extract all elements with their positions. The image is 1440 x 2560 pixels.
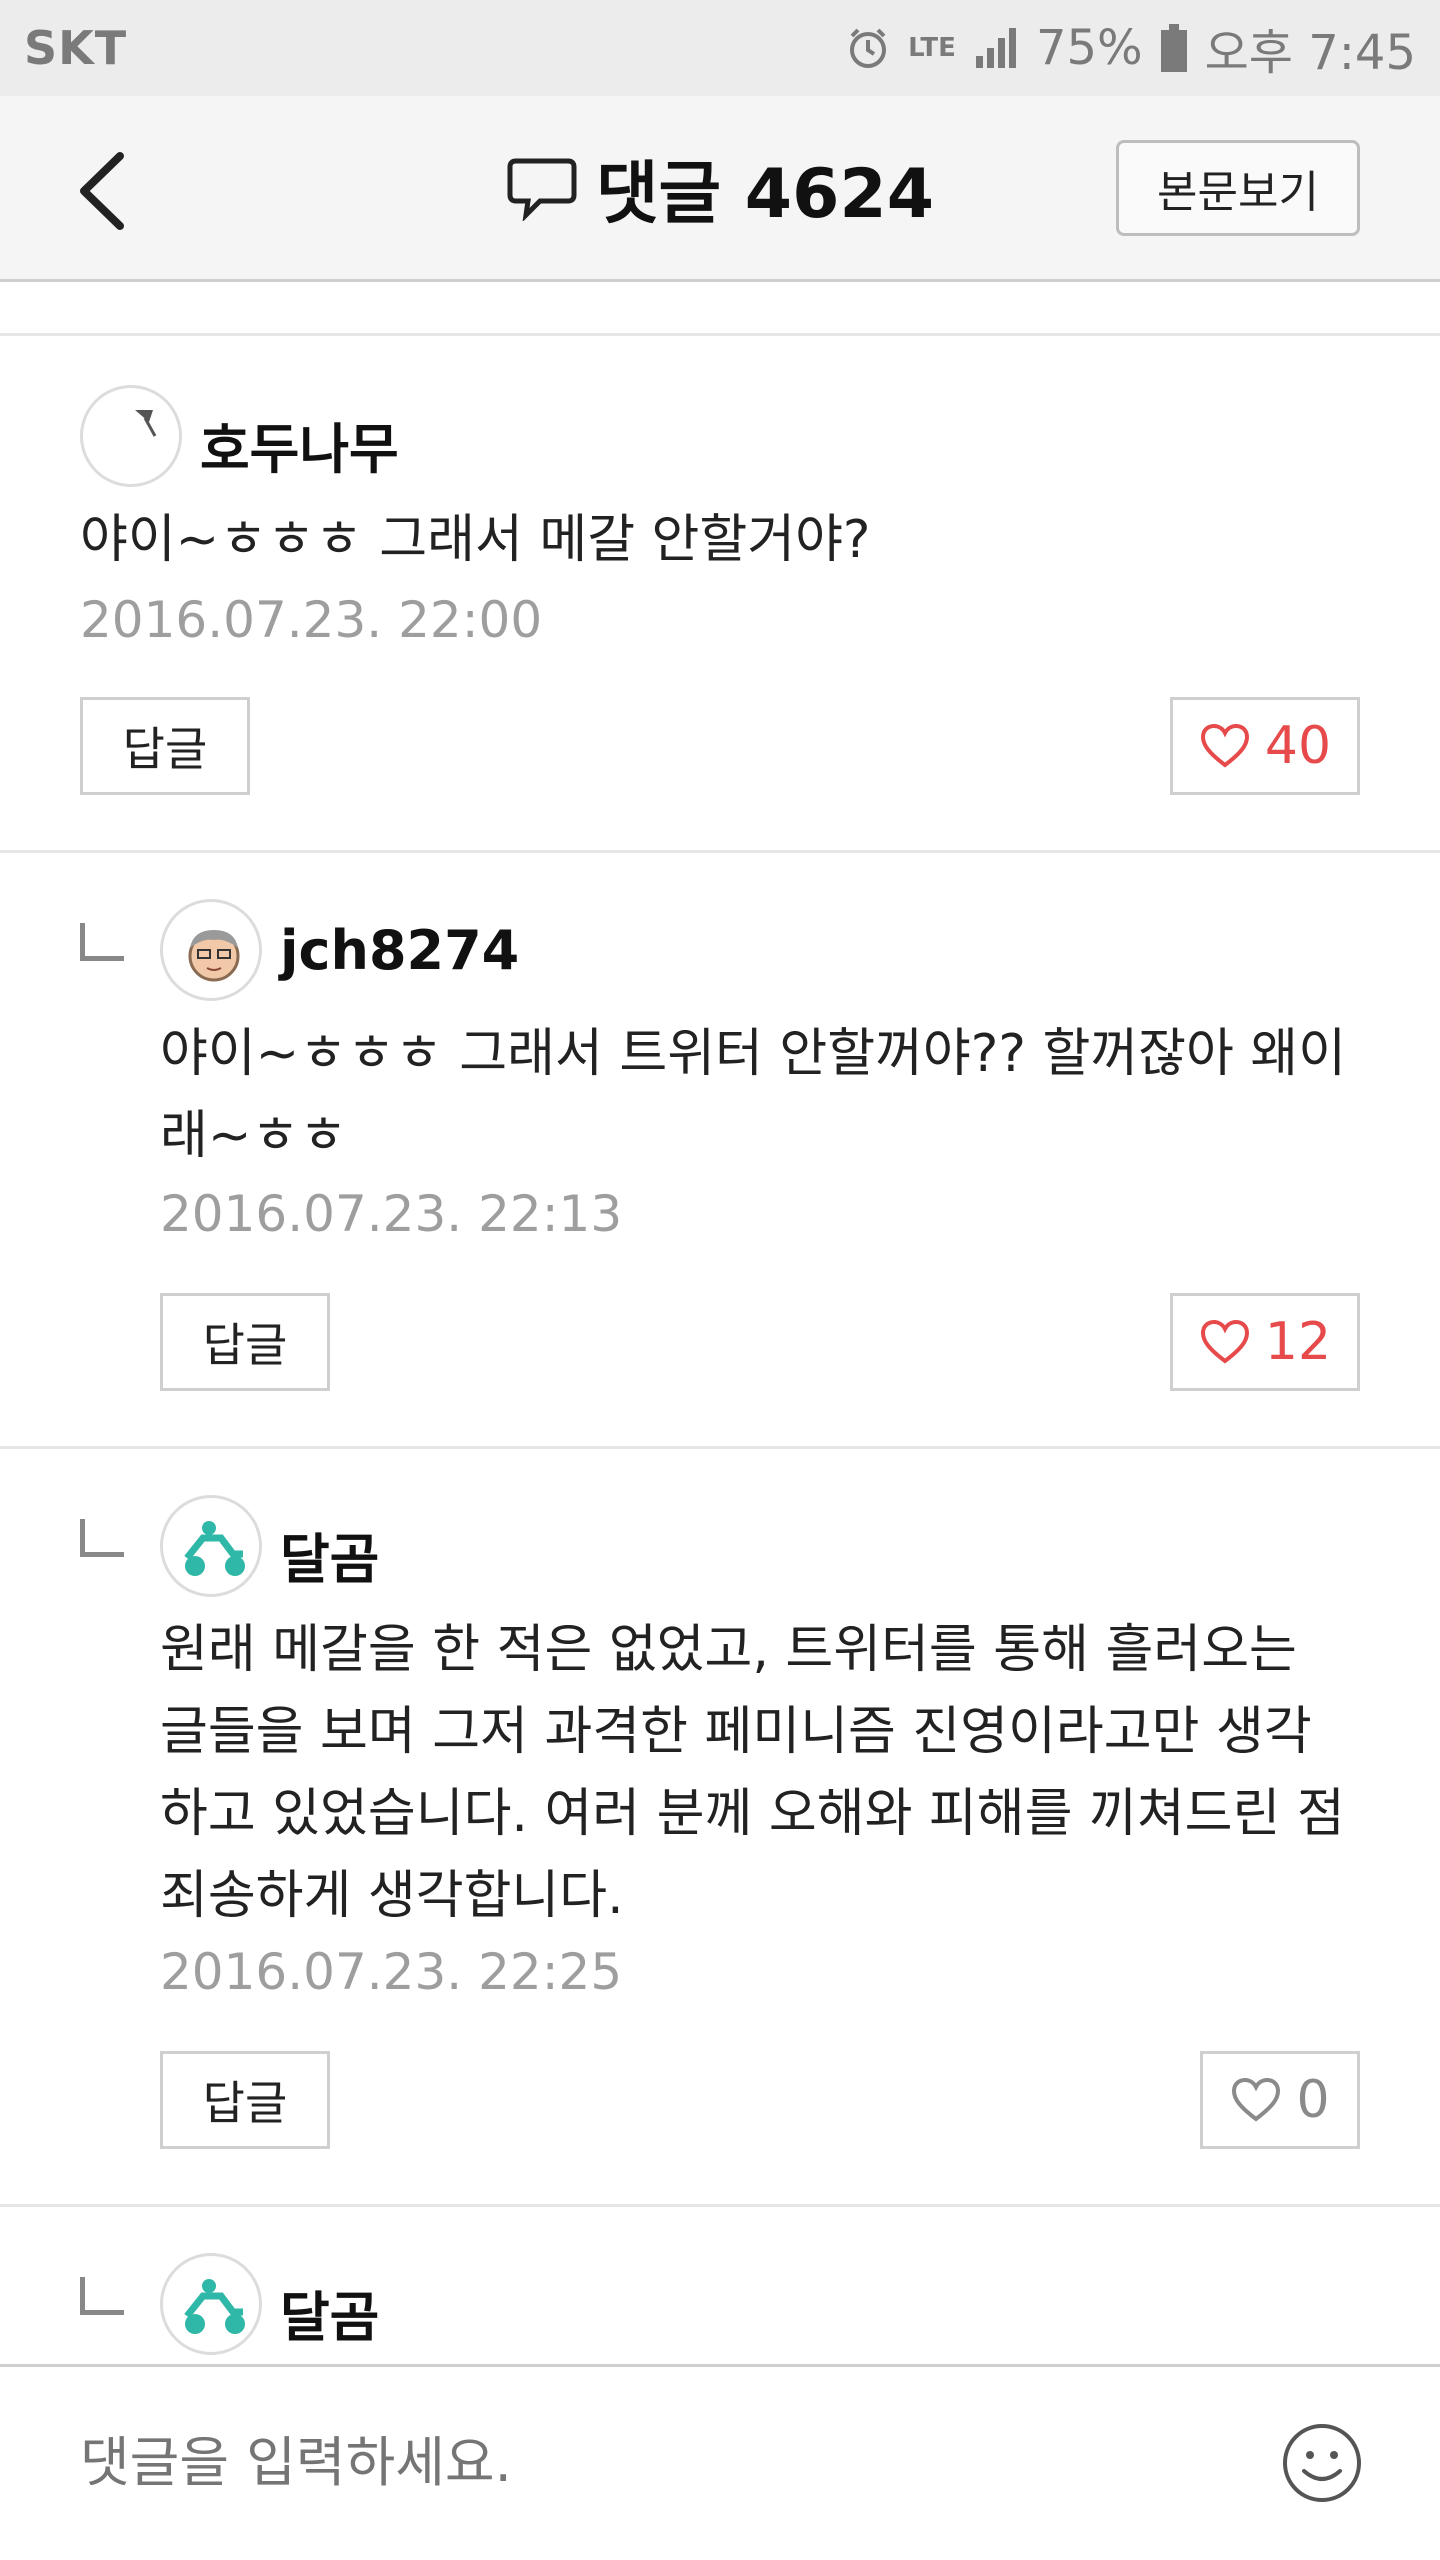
- reply-button[interactable]: 답글: [160, 2051, 330, 2149]
- avatar-image: [184, 2279, 245, 2334]
- comment-text: 야이~ㅎㅎㅎ 그래서 메갈 안할거야?: [80, 510, 871, 570]
- avatar[interactable]: [160, 1495, 262, 1597]
- comment-input-bar: [0, 2364, 1440, 2560]
- heart-icon: [1232, 2077, 1281, 2122]
- alarm-icon: [850, 28, 887, 68]
- battery-percent: 75%: [1035, 20, 1143, 76]
- status-bar: SKT LTE 75% 오후 7:45: [0, 0, 1440, 96]
- back-icon[interactable]: [70, 146, 140, 236]
- reply-button[interactable]: 답글: [80, 697, 250, 795]
- comment-item: jch8274 야이~ㅎㅎㅎ 그래서 트위터 안할꺼야?? 할꺼잖아 왜이래~ㅎ…: [0, 853, 1440, 1449]
- page-title: 댓글 4624: [506, 138, 934, 237]
- comment-item: 달곰 원래 메갈을 한 적은 없었고, 트위터를 통해 흘러오는 글들을 보며 …: [0, 1449, 1440, 2207]
- comment-text: 원래 메갈을 한 적은 없었고, 트위터를 통해 흘러오는 글들을 보며 그저 …: [160, 1620, 1345, 1926]
- signal-icon: [975, 28, 1016, 68]
- battery-icon: [1160, 24, 1187, 72]
- comment-username[interactable]: jch8274: [280, 919, 519, 982]
- comment-input[interactable]: [80, 2407, 1180, 2517]
- like-button[interactable]: 12: [1170, 1293, 1360, 1391]
- heart-icon: [1200, 723, 1249, 768]
- like-count: 40: [1264, 716, 1332, 776]
- comment-bubble-icon: [507, 158, 577, 221]
- clock: 오후 7:45: [1204, 25, 1416, 81]
- comment-username[interactable]: 호두나무: [200, 405, 399, 484]
- emoji-icon[interactable]: [1280, 2421, 1364, 2505]
- like-count: 12: [1264, 1312, 1332, 1372]
- reply-button[interactable]: 답글: [160, 1293, 330, 1391]
- network-type: LTE: [908, 33, 956, 63]
- reply-indicator-icon: [80, 2277, 124, 2315]
- like-count: 0: [1296, 2070, 1330, 2130]
- like-button[interactable]: 40: [1170, 697, 1360, 795]
- comment-date: 2016.07.23. 22:00: [80, 591, 543, 649]
- avatar[interactable]: [80, 385, 182, 487]
- comment-item: 호두나무 야이~ㅎㅎㅎ 그래서 메갈 안할거야? 2016.07.23. 22:…: [0, 339, 1440, 853]
- avatar[interactable]: [160, 2253, 262, 2355]
- comment-text: 야이~ㅎㅎㅎ 그래서 트위터 안할꺼야?? 할꺼잖아 왜이래~ㅎㅎ: [160, 1024, 1347, 1166]
- heart-icon: [1200, 1319, 1249, 1364]
- comment-username[interactable]: 달곰: [280, 1515, 379, 1594]
- comment-username[interactable]: 달곰: [280, 2273, 379, 2352]
- page-title-text: 댓글 4624: [595, 155, 935, 234]
- divider: [0, 282, 1440, 336]
- comment-date: 2016.07.23. 22:25: [160, 1943, 623, 2001]
- like-button[interactable]: 0: [1200, 2051, 1360, 2149]
- view-article-button[interactable]: 본문보기: [1116, 140, 1360, 236]
- avatar-image: [188, 930, 240, 982]
- carrier-label: SKT: [24, 21, 128, 75]
- reply-indicator-icon: [80, 923, 124, 961]
- comment-date: 2016.07.23. 22:13: [160, 1185, 623, 1243]
- reply-indicator-icon: [80, 1519, 124, 1557]
- avatar-image: [135, 410, 157, 437]
- avatar[interactable]: [160, 899, 262, 1001]
- comments-header: 댓글 4624 본문보기: [0, 96, 1440, 282]
- comment-item: 달곰: [0, 2207, 1440, 2364]
- avatar-image: [184, 1521, 245, 1576]
